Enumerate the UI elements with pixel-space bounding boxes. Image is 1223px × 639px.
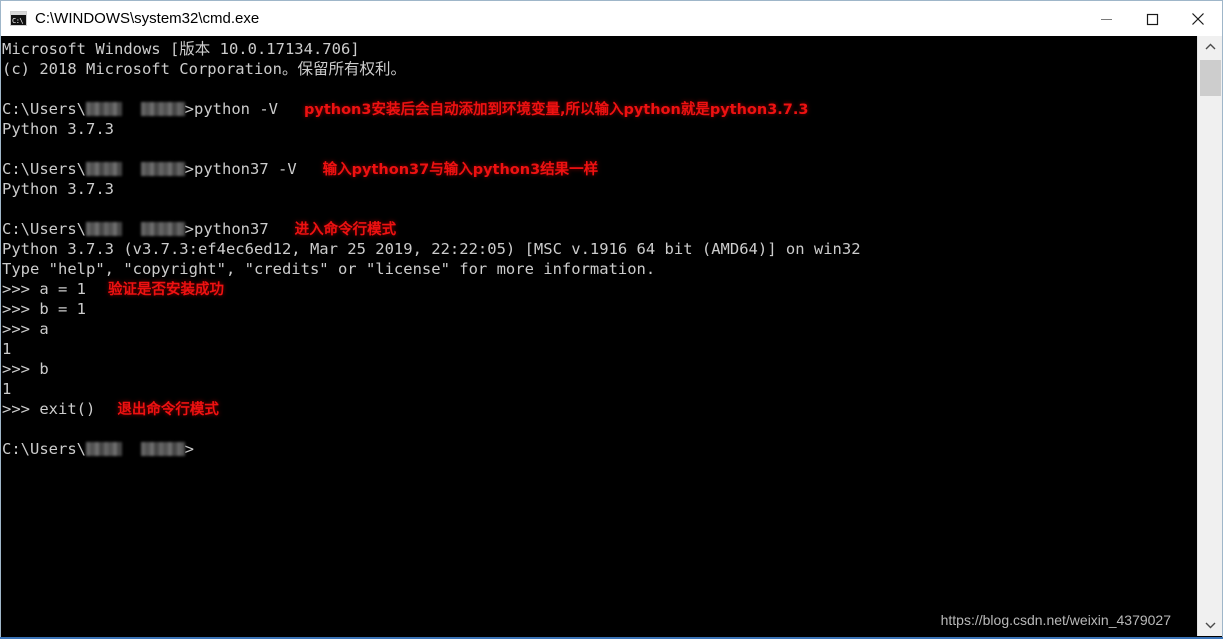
redacted-username-block bbox=[140, 102, 185, 116]
terminal-line: >>> b = 1 bbox=[2, 299, 1192, 319]
redacted-username-block bbox=[140, 222, 185, 236]
redacted-username-block bbox=[140, 162, 185, 176]
terminal-line: Python 3.7.3 bbox=[2, 119, 1192, 139]
redacted-username-block bbox=[140, 442, 185, 456]
prompt-command: >python37 bbox=[184, 220, 269, 238]
cmd-console-icon: C:\ bbox=[10, 11, 27, 26]
redacted-username-block bbox=[86, 162, 122, 176]
redaction-gap bbox=[122, 220, 141, 238]
prompt-path-prefix: C:\Users\ bbox=[2, 100, 86, 118]
terminal-text-run: >>> b bbox=[2, 360, 49, 378]
redacted-username-block bbox=[86, 442, 122, 456]
maximize-button[interactable] bbox=[1129, 2, 1175, 36]
prompt-command: >python37 -V bbox=[184, 160, 297, 178]
scroll-down-arrow[interactable] bbox=[1198, 614, 1223, 636]
maximize-icon bbox=[1146, 13, 1158, 25]
chevron-down-icon bbox=[1205, 622, 1216, 629]
terminal-prompt-line: C:\Users\ >python37 -V 输入python37与输入pytho… bbox=[2, 159, 1192, 179]
terminal-line: >>> b bbox=[2, 359, 1192, 379]
terminal-line: Microsoft Windows [版本 10.0.17134.706] bbox=[2, 39, 1192, 59]
minimize-button[interactable] bbox=[1083, 2, 1129, 36]
console-output-area[interactable]: Microsoft Windows [版本 10.0.17134.706] (c)… bbox=[1, 36, 1197, 636]
title-bar[interactable]: C:\ C:\WINDOWS\system32\cmd.exe bbox=[0, 0, 1223, 36]
terminal-prompt-line: C:\Users\ > bbox=[2, 439, 1192, 459]
terminal-line: 1 bbox=[2, 379, 1192, 399]
redaction-gap bbox=[122, 100, 141, 118]
redaction-gap bbox=[122, 440, 141, 458]
terminal-text-run: 1 bbox=[2, 340, 12, 358]
terminal-prompt-line: C:\Users\ >python37 进入命令行模式 bbox=[2, 219, 1192, 239]
prompt-path-prefix: C:\Users\ bbox=[2, 160, 86, 178]
vertical-scrollbar[interactable] bbox=[1197, 36, 1222, 636]
terminal-line: Python 3.7.3 bbox=[2, 179, 1192, 199]
cmd-window: C:\ C:\WINDOWS\system32\cmd.exe Microsof… bbox=[0, 0, 1223, 639]
terminal-text-run: 1 bbox=[2, 380, 12, 398]
terminal-text-run: >>> a = 1 bbox=[2, 280, 86, 298]
scroll-up-arrow[interactable] bbox=[1198, 36, 1223, 58]
window-controls bbox=[1083, 2, 1221, 36]
watermark-url: https://blog.csdn.net/weixin_4379027 bbox=[940, 612, 1171, 628]
prompt-path-prefix: C:\Users\ bbox=[2, 440, 86, 458]
terminal-text-run: Type "help", "copyright", "credits" or "… bbox=[2, 260, 656, 278]
chevron-up-icon bbox=[1205, 43, 1216, 50]
terminal-text-run: >>> a bbox=[2, 320, 49, 338]
terminal-line: >>> a bbox=[2, 319, 1192, 339]
terminal-line: (c) 2018 Microsoft Corporation。保留所有权利。 bbox=[2, 59, 1192, 79]
terminal-text-run: Python 3.7.3 bbox=[2, 120, 114, 138]
window-title: C:\WINDOWS\system32\cmd.exe bbox=[35, 10, 260, 27]
terminal-text-run: Python 3.7.3 bbox=[2, 180, 114, 198]
annotation-note: 验证是否安装成功 bbox=[108, 282, 224, 298]
terminal-text: Microsoft Windows [版本 10.0.17134.706] (c)… bbox=[2, 39, 1192, 459]
prompt-command: > bbox=[184, 440, 195, 458]
terminal-text-run: (c) 2018 Microsoft Corporation。保留所有权利。 bbox=[2, 60, 406, 78]
redaction-gap bbox=[122, 160, 141, 178]
terminal-text-run: >>> b = 1 bbox=[2, 300, 86, 318]
redacted-username-block bbox=[86, 102, 122, 116]
annotation-note: python3安装后会自动添加到环境变量,所以输入python就是python3… bbox=[304, 102, 809, 118]
annotation-note: 退出命令行模式 bbox=[117, 402, 219, 418]
terminal-line: 1 bbox=[2, 339, 1192, 359]
terminal-line: Type "help", "copyright", "credits" or "… bbox=[2, 259, 1192, 279]
terminal-text-run: Microsoft Windows [版本 10.0.17134.706] bbox=[2, 40, 360, 58]
close-icon bbox=[1192, 13, 1204, 25]
terminal-line: >>> exit() 退出命令行模式 bbox=[2, 399, 1192, 419]
terminal-text-run: Python 3.7.3 (v3.7.3:ef4ec6ed12, Mar 25 … bbox=[2, 240, 861, 258]
close-button[interactable] bbox=[1175, 2, 1221, 36]
annotation-note: 输入python37与输入python3结果一样 bbox=[322, 162, 599, 178]
prompt-command: >python -V bbox=[184, 100, 278, 118]
terminal-line: >>> a = 1 验证是否安装成功 bbox=[2, 279, 1192, 299]
redacted-username-block bbox=[86, 222, 122, 236]
minimize-icon bbox=[1100, 18, 1112, 20]
cmd-icon-glyph: C:\ bbox=[12, 17, 24, 25]
terminal-prompt-line: C:\Users\ >python -V python3安装后会自动添加到环境变量… bbox=[2, 99, 1192, 119]
scroll-thumb[interactable] bbox=[1200, 60, 1221, 96]
annotation-note: 进入命令行模式 bbox=[294, 222, 397, 238]
prompt-path-prefix: C:\Users\ bbox=[2, 220, 86, 238]
terminal-line: Python 3.7.3 (v3.7.3:ef4ec6ed12, Mar 25 … bbox=[2, 239, 1192, 259]
terminal-text-run: >>> exit() bbox=[2, 400, 96, 418]
